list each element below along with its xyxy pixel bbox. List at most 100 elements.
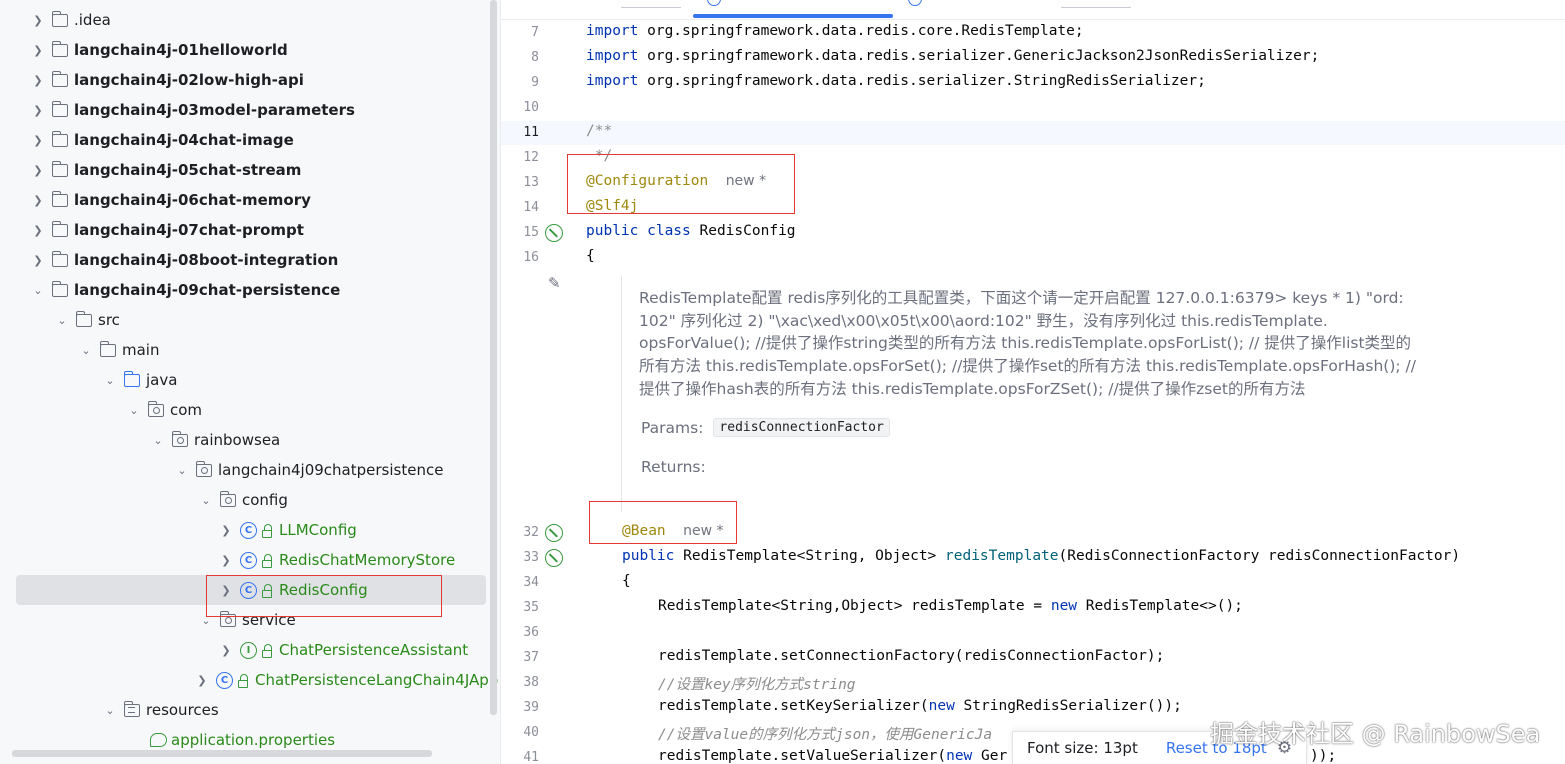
folder-icon [75,310,92,327]
code-line-16[interactable]: { [586,248,595,264]
tree-item-idea[interactable]: ❯ .idea [30,5,111,35]
chevron-down-icon[interactable]: ⌄ [102,374,118,387]
line-number: 15 [523,225,539,240]
tree-item-module-04[interactable]: ❯ langchain4j-04chat-image [30,125,294,155]
tree-item-resources[interactable]: ⌄ resources [102,695,219,725]
tree-item-module-09[interactable]: ⌄ langchain4j-09chat-persistence [30,275,340,305]
font-size-label: Font size: 13pt [1027,739,1138,757]
tree-item-src[interactable]: ⌄ src [54,305,120,335]
code-line-40[interactable]: //设置value的序列化方式json，使用GenericJa [658,723,992,744]
tree-item-label: resources [146,701,219,719]
code-line-34[interactable]: { [622,573,631,589]
tree-item-config[interactable]: ⌄ config [198,485,288,515]
line-number: 36 [523,625,539,640]
line-number: 9 [531,75,539,90]
code-line-33[interactable]: public RedisTemplate<String, Object> red… [622,548,1460,564]
code-text: RedisConfig [690,223,796,239]
line-number: 14 [523,200,539,215]
code-editor[interactable]: 7 8 9 10 11 12 13 14 15 16 32 33 34 35 3… [500,0,1565,764]
spring-bean-gutter-icon[interactable] [545,224,563,242]
editor-tab[interactable] [621,0,681,8]
chevron-right-icon[interactable]: ❯ [30,194,46,207]
chevron-down-icon[interactable]: ⌄ [174,464,190,477]
spring-properties-icon [150,733,167,747]
tree-item-redischatmemorystore[interactable]: ❯ C RedisChatMemoryStore [218,545,455,575]
code-line-7[interactable]: import org.springframework.data.redis.co… [586,23,1084,39]
code-line-38[interactable]: //设置key序列化方式string [658,673,856,694]
tree-item-module-02[interactable]: ❯ langchain4j-02low-high-api [30,65,304,95]
doc-line: opsForValue(); //提供了操作string类型的所有方法 this… [639,334,1412,353]
tree-item-module-06[interactable]: ❯ langchain4j-06chat-memory [30,185,311,215]
chevron-right-icon[interactable]: ❯ [30,164,46,177]
lock-icon [237,673,249,688]
tree-item-module-08[interactable]: ❯ langchain4j-08boot-integration [30,245,338,275]
chevron-down-icon[interactable]: ⌄ [198,494,214,507]
code-line-41[interactable]: redisTemplate.setValueSerializer(new Ger… [658,748,1336,764]
project-tree: ❯ .idea ❯ langchain4j-01helloworld ❯ lan… [0,0,500,764]
chevron-right-icon[interactable]: ❯ [218,524,234,537]
line-number: 10 [523,100,539,115]
tree-item-label: rainbowsea [194,431,281,449]
lock-icon [261,523,273,538]
keyword: public class [586,223,691,239]
annotation-box-configuration [567,154,795,214]
package-icon [219,490,236,507]
chevron-right-icon[interactable]: ❯ [30,134,46,147]
editor-tab[interactable] [1061,0,1131,8]
line-number: 40 [523,725,539,740]
line-number: 12 [523,150,539,165]
chevron-down-icon[interactable]: ⌄ [78,344,94,357]
keyword: new [1050,598,1078,614]
tree-item-llmconfig[interactable]: ❯ C LLMConfig [218,515,356,545]
chevron-right-icon[interactable]: ❯ [218,644,234,657]
doc-line: 102" 序列化过 2) "\xac\xed\x00\x05t\x00\aord… [639,311,1328,330]
line-number: 7 [531,25,539,40]
tree-item-com[interactable]: ⌄ com [126,395,202,425]
chevron-down-icon[interactable]: ⌄ [150,434,166,447]
code-line-8[interactable]: import org.springframework.data.redis.se… [586,48,1319,64]
chevron-right-icon[interactable]: ❯ [30,44,46,57]
tree-item-rainbowsea[interactable]: ⌄ rainbowsea [150,425,280,455]
tree-item-app[interactable]: ❯ C ChatPersistenceLangChain4JApp [194,665,498,695]
code-line-9[interactable]: import org.springframework.data.redis.se… [586,73,1206,89]
tree-item-java[interactable]: ⌄ java [102,365,177,395]
code-line-39[interactable]: redisTemplate.setKeySerializer(new Strin… [658,698,1182,714]
chevron-right-icon[interactable]: ❯ [30,14,46,27]
tree-item-module-05[interactable]: ❯ langchain4j-05chat-stream [30,155,301,185]
chevron-right-icon[interactable]: ❯ [30,254,46,267]
module-folder-icon [51,280,68,297]
chevron-down-icon[interactable]: ⌄ [126,404,142,417]
tree-item-module-03[interactable]: ❯ langchain4j-03model-parameters [30,95,355,125]
tree-item-label: langchain4j-05chat-stream [74,161,302,179]
chevron-right-icon[interactable]: ❯ [30,224,46,237]
chevron-down-icon[interactable]: ⌄ [102,704,118,717]
chevron-right-icon[interactable]: ❯ [194,674,210,687]
code-line-35[interactable]: RedisTemplate<String,Object> redisTempla… [658,598,1243,614]
tree-horizontal-scrollbar[interactable] [12,750,432,757]
spring-bean-gutter-icon[interactable] [545,524,563,542]
indent-guide [621,276,622,512]
chevron-right-icon[interactable]: ❯ [30,74,46,87]
chevron-down-icon[interactable]: ⌄ [54,314,70,327]
current-line-highlight [501,121,1565,145]
tree-item-module-01[interactable]: ❯ langchain4j-01helloworld [30,35,288,65]
spring-bean-gutter-icon[interactable] [545,549,563,567]
edit-doc-pencil-icon[interactable]: ✎ [548,274,564,292]
chevron-down-icon[interactable]: ⌄ [30,284,46,297]
tree-item-module-07[interactable]: ❯ langchain4j-07chat-prompt [30,215,304,245]
package-icon [147,400,164,417]
package-icon [195,460,212,477]
tree-vertical-scrollbar[interactable] [490,0,497,715]
module-folder-icon [51,130,68,147]
tree-item-main[interactable]: ⌄ main [78,335,159,365]
doc-line: 提供了操作hash表的所有方法 this.redisTemplate.opsFo… [639,379,1306,398]
chevron-right-icon[interactable]: ❯ [218,554,234,567]
code-line-15[interactable]: public class RedisConfig [586,223,796,239]
code-line-11[interactable]: /** [586,123,612,139]
code-text: (RedisConnectionFactory redisConnectionF… [1058,548,1461,564]
chevron-right-icon[interactable]: ❯ [30,104,46,117]
line-number: 34 [523,575,539,590]
code-line-37[interactable]: redisTemplate.setConnectionFactory(redis… [658,648,1164,664]
tree-item-chatpersistenceassistant[interactable]: ❯ I ChatPersistenceAssistant [218,635,468,665]
tree-item-package-root[interactable]: ⌄ langchain4j09chatpersistence [174,455,443,485]
